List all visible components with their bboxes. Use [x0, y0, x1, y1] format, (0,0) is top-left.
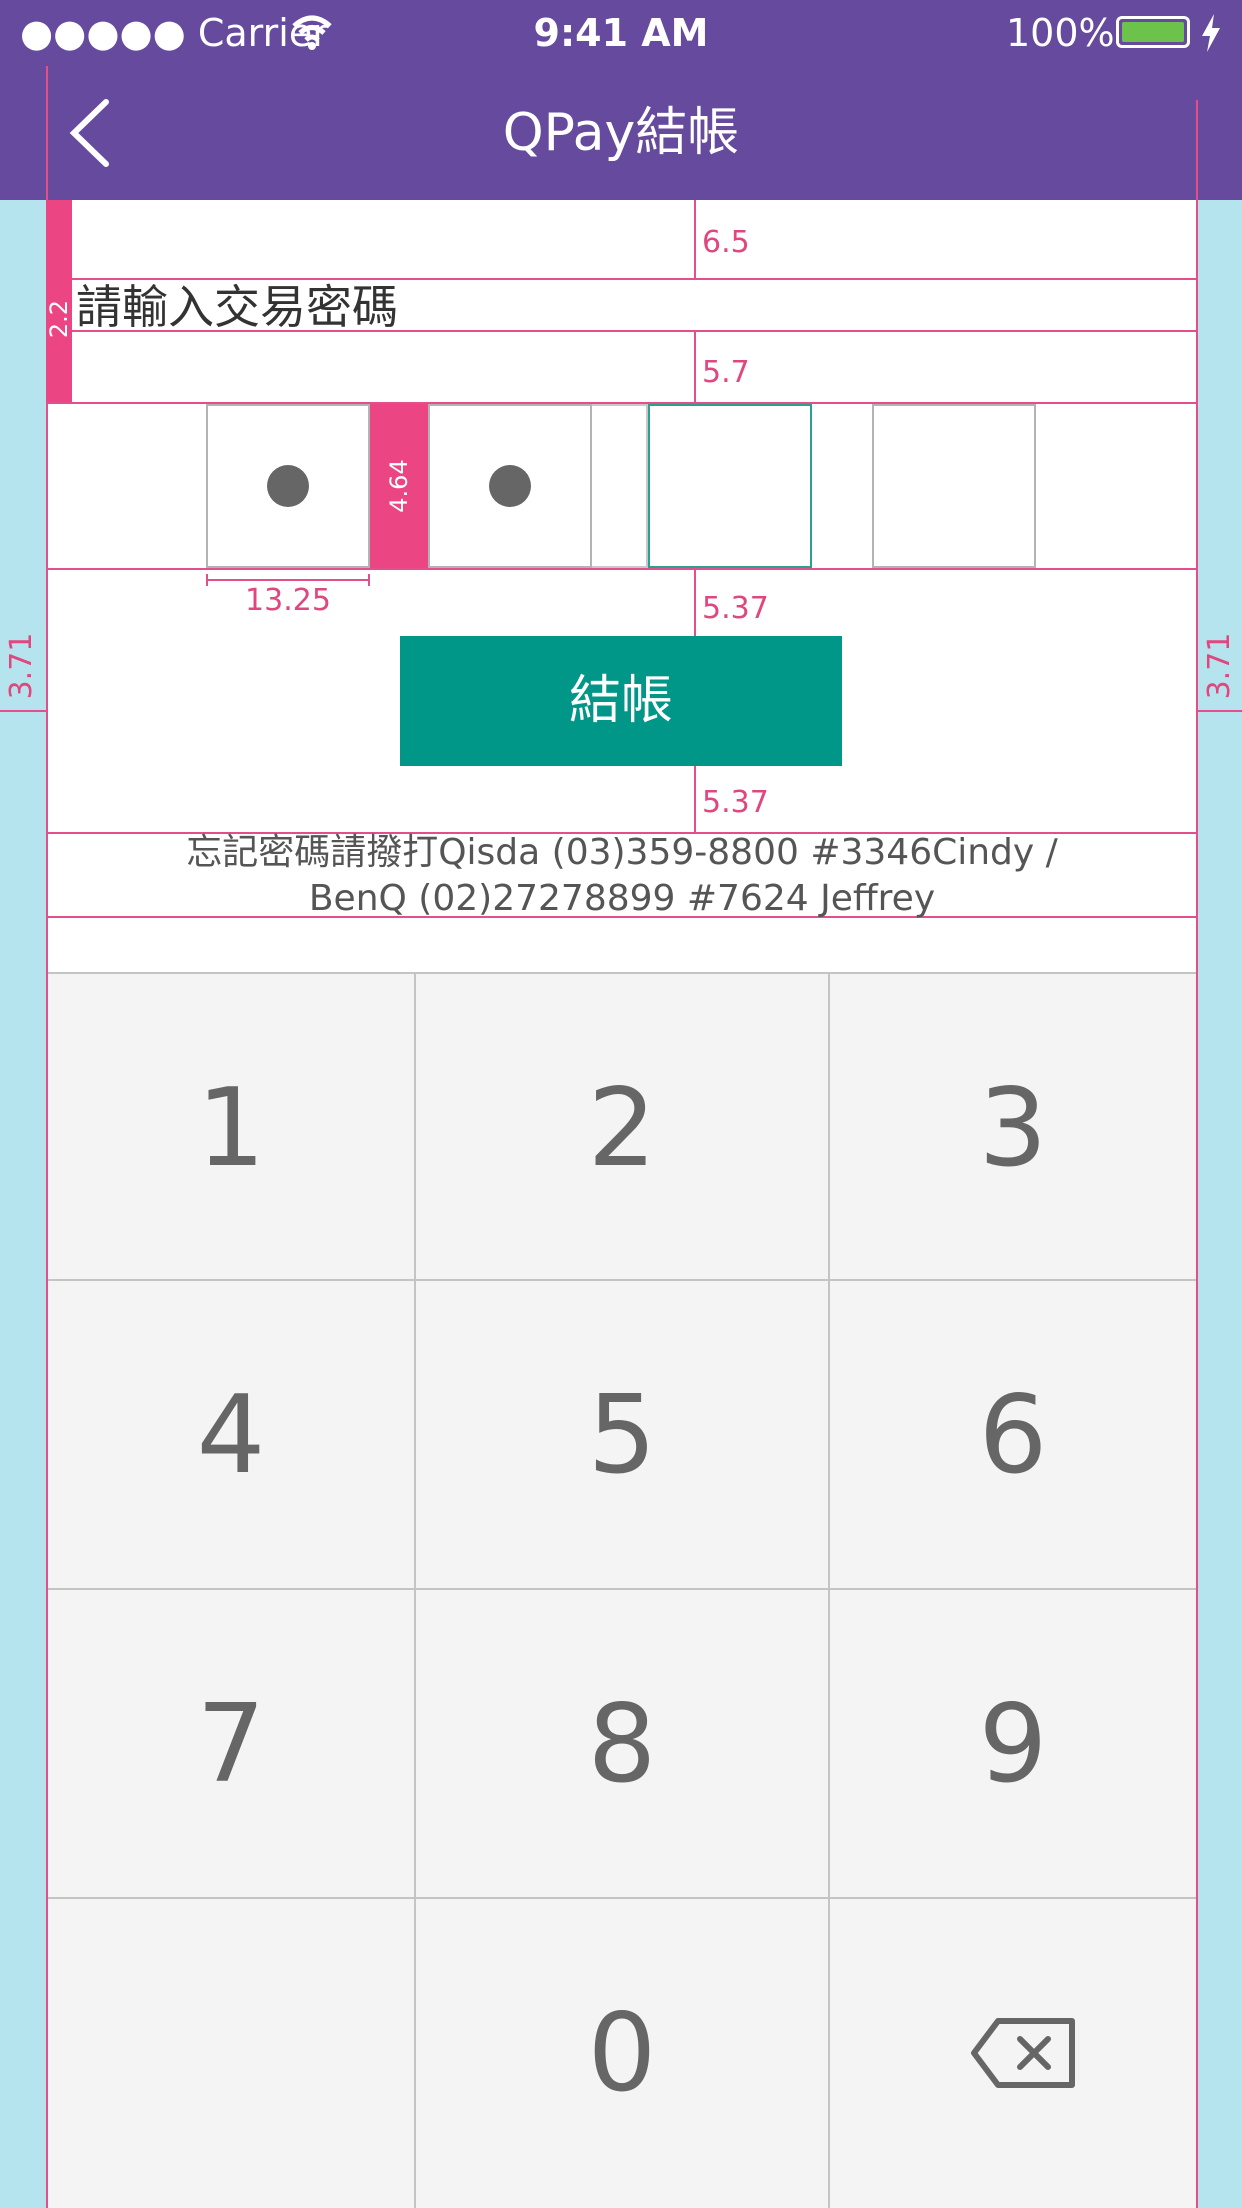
left-margin-guide [0, 200, 46, 2208]
pin-digit-box-active[interactable] [648, 404, 812, 568]
spec-label-right-margin: 3.71 [1202, 632, 1237, 700]
key-label: 9 [978, 1682, 1048, 1807]
nav-bar: QPay結帳 [0, 66, 1242, 200]
spec-label-button-gap-top: 5.37 [702, 591, 769, 626]
spec-label-pin-width: 13.25 [245, 583, 331, 618]
key-1[interactable]: 1 [48, 972, 416, 1281]
spec-label-button-gap-bottom: 5.37 [702, 785, 769, 820]
key-label: 6 [978, 1373, 1048, 1498]
pin-filled-dot [489, 465, 531, 507]
key-label: 2 [587, 1066, 657, 1191]
key-4[interactable]: 4 [48, 1281, 416, 1590]
key-0[interactable]: 0 [416, 1899, 830, 2208]
spec-label-left-margin: 3.71 [4, 632, 39, 700]
backspace-icon [971, 2018, 1075, 2088]
page-title: QPay結帳 [502, 103, 740, 163]
prompt-height-marker: 2.2 [45, 200, 73, 402]
key-label: 0 [587, 1991, 657, 2116]
numeric-keypad: 1 2 3 4 5 6 7 8 9 0 [48, 972, 1196, 2208]
key-3[interactable]: 3 [830, 972, 1196, 1281]
pin-gap-outline [592, 404, 648, 568]
key-5[interactable]: 5 [416, 1281, 830, 1590]
prompt-height-label: 2.2 [45, 299, 73, 339]
status-bar: ●●●●● Carrier 9:41 AM 100% [0, 0, 1242, 66]
pin-spacing-label: 4.64 [385, 459, 413, 513]
pin-digit-box[interactable] [872, 404, 1036, 568]
key-label: 7 [196, 1682, 266, 1807]
key-label: 5 [587, 1373, 657, 1498]
key-backspace[interactable] [830, 1899, 1196, 2208]
key-9[interactable]: 9 [830, 1590, 1196, 1899]
battery-percent: 100% [1006, 11, 1115, 55]
hint-line-2: BenQ (02)27278899 #7624 Jeffrey [308, 878, 936, 919]
key-2[interactable]: 2 [416, 972, 830, 1281]
password-prompt: 請輸入交易密碼 [76, 280, 398, 334]
key-label: 3 [978, 1066, 1048, 1191]
spec-tick [694, 570, 696, 636]
key-6[interactable]: 6 [830, 1281, 1196, 1590]
charging-icon [1202, 14, 1220, 52]
pin-filled-dot [267, 465, 309, 507]
pin-digit-box[interactable] [206, 404, 370, 568]
key-7[interactable]: 7 [48, 1590, 416, 1899]
spec-tick [694, 200, 696, 278]
key-8[interactable]: 8 [416, 1590, 830, 1899]
guide-line [46, 568, 1196, 570]
spec-label-top-gap: 6.5 [702, 225, 750, 260]
right-margin-measure [1198, 710, 1242, 712]
checkout-button[interactable]: 結帳 [400, 636, 842, 766]
right-margin-guide [1198, 200, 1242, 2208]
hint-line-1: 忘記密碼請撥打Qisda (03)359-8800 #3346Cindy / [186, 832, 1058, 873]
pin-spacing-marker: 4.64 [370, 404, 428, 568]
spec-tick [694, 766, 696, 832]
battery-icon [1116, 16, 1190, 48]
key-label: 1 [196, 1066, 266, 1191]
spec-label-prompt-gap: 5.7 [702, 355, 750, 390]
key-label: 8 [587, 1682, 657, 1807]
key-label: 4 [196, 1373, 266, 1498]
pin-digit-box[interactable] [428, 404, 592, 568]
left-margin-measure [0, 710, 46, 712]
spec-tick [694, 332, 696, 402]
right-frame-line [1196, 100, 1198, 2208]
key-empty [48, 1899, 416, 2208]
forgot-password-hint: 忘記密碼請撥打Qisda (03)359-8800 #3346Cindy / B… [48, 830, 1196, 922]
